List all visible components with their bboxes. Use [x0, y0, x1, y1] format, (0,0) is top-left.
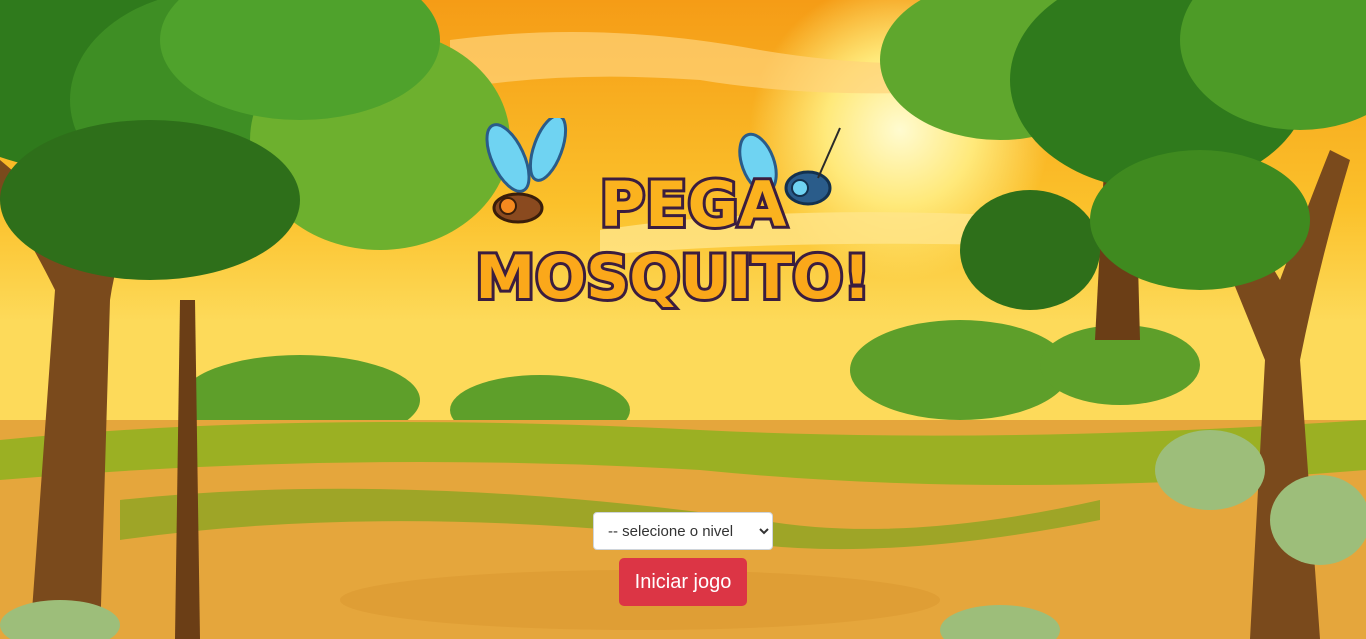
mosquito-left-icon [485, 114, 568, 224]
logo-line-1: PEGA [600, 168, 787, 241]
logo-line-2: MOSQUITO! [475, 243, 870, 313]
level-select[interactable]: -- selecione o nivel [593, 512, 773, 550]
game-logo: PEGA MOSQUITO! [468, 114, 888, 328]
start-game-button[interactable]: Iniciar jogo [618, 558, 748, 606]
start-controls: -- selecione o nivel Iniciar jogo [0, 512, 1366, 606]
